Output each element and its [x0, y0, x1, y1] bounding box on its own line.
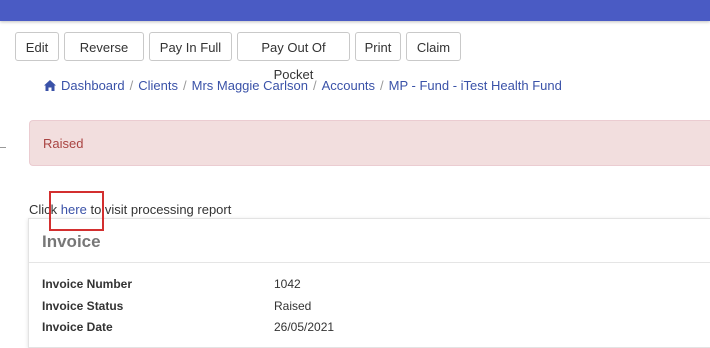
invoice-status-label: Invoice Status: [42, 299, 124, 313]
invoice-date-label: Invoice Date: [42, 320, 113, 334]
status-alert: Raised: [29, 120, 710, 166]
breadcrumb: Dashboard / Clients / Mrs Maggie Carlson / Acc…: [44, 78, 562, 96]
breadcrumb-fund[interactable]: MP - Fund - iTest Health Fund: [389, 78, 562, 93]
invoice-number-value: 1042: [274, 277, 301, 291]
processing-report-line: Click here to visit processing report: [29, 202, 231, 217]
home-icon: [44, 80, 56, 91]
processing-suffix: to visit processing report: [90, 202, 232, 217]
breadcrumb-accounts[interactable]: Accounts: [322, 78, 375, 93]
pay-in-full-button[interactable]: Pay In Full: [149, 32, 232, 61]
invoice-panel: Invoice Invoice Number 1042 Invoice Stat…: [28, 218, 710, 348]
top-navbar: [0, 0, 710, 21]
invoice-panel-title: Invoice: [42, 232, 101, 251]
breadcrumb-dashboard[interactable]: Dashboard: [61, 78, 125, 93]
print-button[interactable]: Print: [355, 32, 401, 61]
panel-divider: [29, 262, 710, 263]
breadcrumb-separator: /: [182, 78, 187, 93]
claim-button[interactable]: Claim: [406, 32, 461, 61]
left-edge-tick: [0, 147, 6, 148]
edit-button[interactable]: Edit: [15, 32, 59, 61]
breadcrumb-separator: /: [129, 78, 134, 93]
breadcrumb-clients[interactable]: Clients: [138, 78, 178, 93]
processing-report-link[interactable]: here: [61, 202, 87, 217]
processing-prefix: Click: [29, 202, 58, 217]
invoice-number-label: Invoice Number: [42, 277, 133, 291]
reverse-button[interactable]: Reverse: [64, 32, 144, 61]
breadcrumb-separator: /: [380, 78, 384, 93]
breadcrumb-client-name[interactable]: Mrs Maggie Carlson: [192, 78, 308, 93]
status-alert-text: Raised: [43, 136, 84, 151]
pay-out-of-pocket-button[interactable]: Pay Out Of Pocket: [237, 32, 350, 82]
invoice-date-value: 26/05/2021: [274, 320, 335, 334]
invoice-status-value: Raised: [274, 299, 312, 313]
breadcrumb-separator: /: [312, 78, 317, 93]
